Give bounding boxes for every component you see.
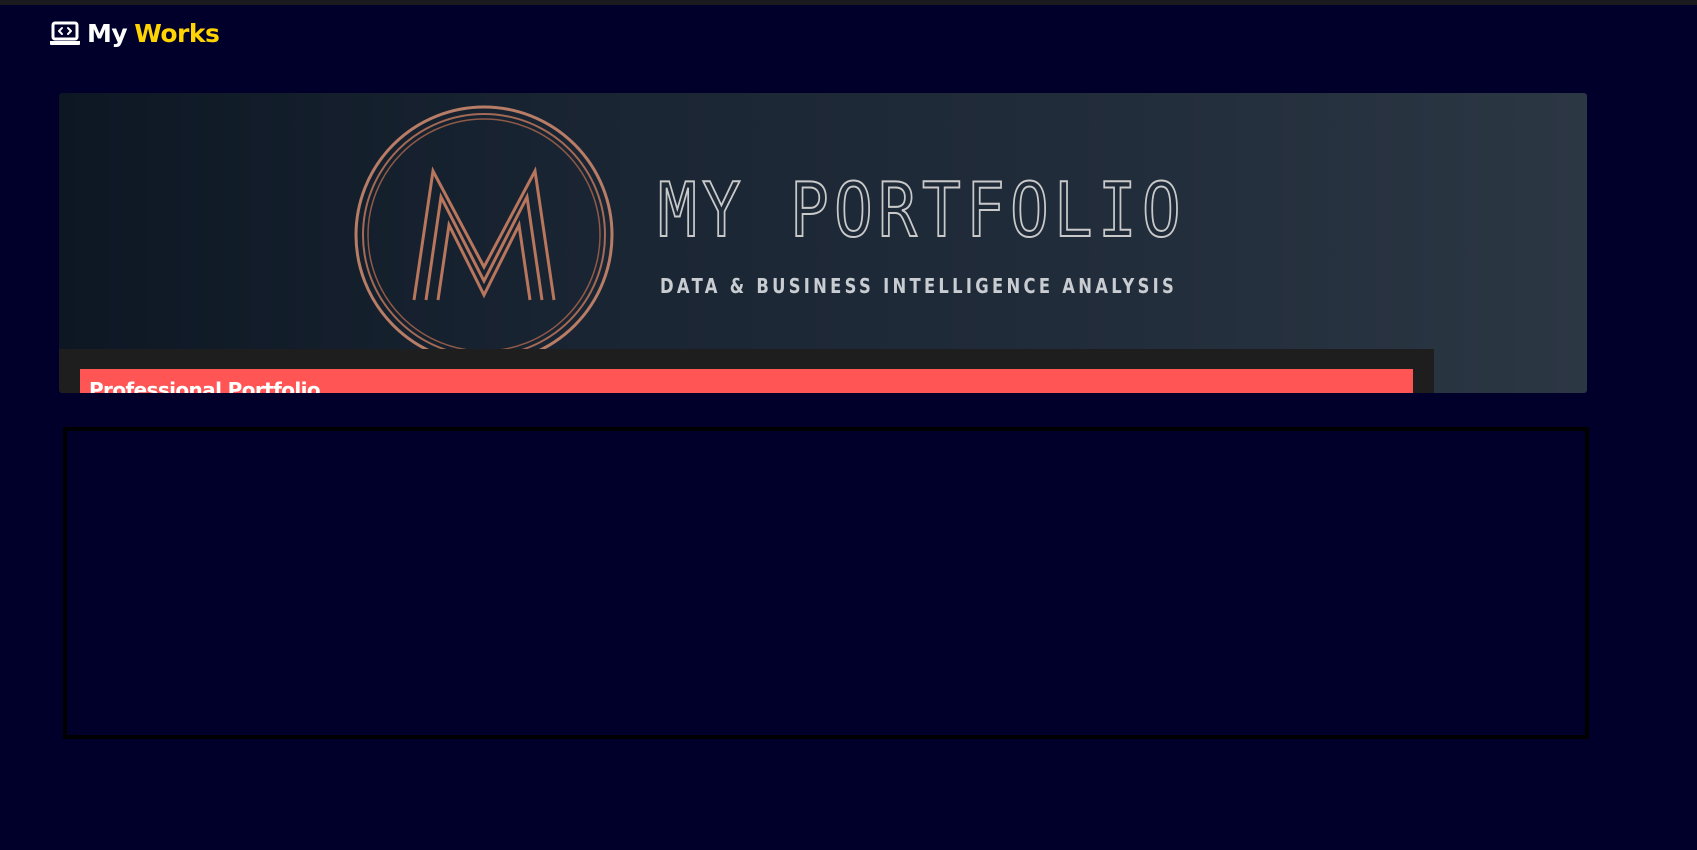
- section-title-works: Works: [134, 19, 220, 48]
- section-title-my: My: [87, 19, 128, 48]
- caption-text: Professional Portfolio: [89, 378, 321, 393]
- banner-title: MY PORTFOLIO: [657, 165, 1186, 255]
- caption-bar: Professional Portfolio: [59, 349, 1434, 393]
- caption-label[interactable]: Professional Portfolio: [80, 369, 1413, 393]
- banner-subtitle: DATA & BUSINESS INTELLIGENCE ANALYSIS: [660, 274, 1178, 298]
- portfolio-card[interactable]: MY PORTFOLIO DATA & BUSINESS INTELLIGENC…: [59, 93, 1587, 393]
- top-strip: [0, 0, 1697, 5]
- monogram-m-logo: [352, 103, 616, 367]
- laptop-code-icon: [49, 20, 81, 48]
- embedded-content-frame[interactable]: [63, 427, 1589, 739]
- section-heading: My Works: [49, 17, 220, 51]
